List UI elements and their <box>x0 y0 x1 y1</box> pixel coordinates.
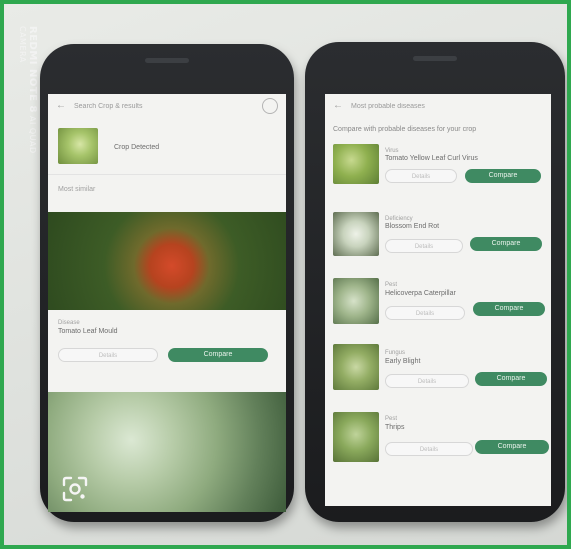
details-button[interactable]: Details <box>58 348 158 362</box>
left-appbar: ← Search Crop & results <box>48 94 286 118</box>
disease-thumbnail[interactable] <box>333 412 379 462</box>
card-disease-name: Tomato Leaf Mould <box>58 328 118 335</box>
details-button[interactable]: Details <box>385 374 469 388</box>
details-button[interactable]: Details <box>385 169 457 183</box>
divider <box>48 174 286 175</box>
right-appbar-title: Most probable diseases <box>351 102 425 110</box>
details-button[interactable]: Details <box>385 442 473 456</box>
section-label: Most similar <box>58 186 96 193</box>
disease-name: Blossom End Rot <box>385 223 440 230</box>
crop-thumbnail[interactable] <box>58 128 98 164</box>
disease-name: Tomato Yellow Leaf Curl Virus <box>385 155 478 162</box>
back-arrow-icon[interactable]: ← <box>333 100 345 112</box>
disease-category: Pest <box>385 282 398 288</box>
left-phone: ← Search Crop & results Crop Detected Mo… <box>40 44 294 522</box>
phone-speaker <box>145 58 189 63</box>
left-appbar-title: Search Crop & results <box>74 102 143 110</box>
disease-name: Early Blight <box>385 358 421 365</box>
disease-name: Helicoverpa Caterpillar <box>385 290 456 297</box>
disease-name: Thrips <box>385 424 405 431</box>
compare-button[interactable]: Compare <box>168 348 268 362</box>
watermark-brand: REDMI NOTE 8 <box>27 26 38 113</box>
compare-button[interactable]: Compare <box>470 237 542 251</box>
right-screen: ← Most probable diseases Compare with pr… <box>325 94 551 506</box>
disease-thumbnail[interactable] <box>333 212 379 256</box>
compare-button[interactable]: Compare <box>475 440 549 454</box>
disease-category: Pest <box>385 416 398 422</box>
disease-category: Virus <box>385 148 399 154</box>
disease-category: Deficiency <box>385 216 413 222</box>
compare-button[interactable]: Compare <box>465 169 541 183</box>
disease-thumbnail[interactable] <box>333 278 379 324</box>
camera-watermark: REDMI NOTE 8 AI QUAD CAMERA <box>18 26 38 186</box>
camera-icon[interactable] <box>262 98 278 114</box>
compare-button[interactable]: Compare <box>475 372 547 386</box>
disease-thumbnail[interactable] <box>333 344 379 390</box>
right-phone: ← Most probable diseases Compare with pr… <box>305 42 565 522</box>
phone-speaker <box>413 56 457 61</box>
back-arrow-icon[interactable]: ← <box>56 100 68 112</box>
right-appbar: ← Most probable diseases <box>325 94 551 118</box>
details-button[interactable]: Details <box>385 306 465 320</box>
top-result-name: Crop Detected <box>114 144 160 151</box>
card-category: Disease <box>58 320 80 326</box>
intro-text: Compare with probable diseases for your … <box>333 126 477 133</box>
lens-icon[interactable] <box>60 474 90 504</box>
tomato-photo[interactable] <box>48 212 286 310</box>
photo-frame: REDMI NOTE 8 AI QUAD CAMERA ← Search Cro… <box>0 0 571 549</box>
disease-category: Fungus <box>385 350 406 356</box>
left-screen: ← Search Crop & results Crop Detected Mo… <box>48 94 286 512</box>
disease-thumbnail[interactable] <box>333 144 379 184</box>
compare-button[interactable]: Compare <box>473 302 545 316</box>
details-button[interactable]: Details <box>385 239 463 253</box>
